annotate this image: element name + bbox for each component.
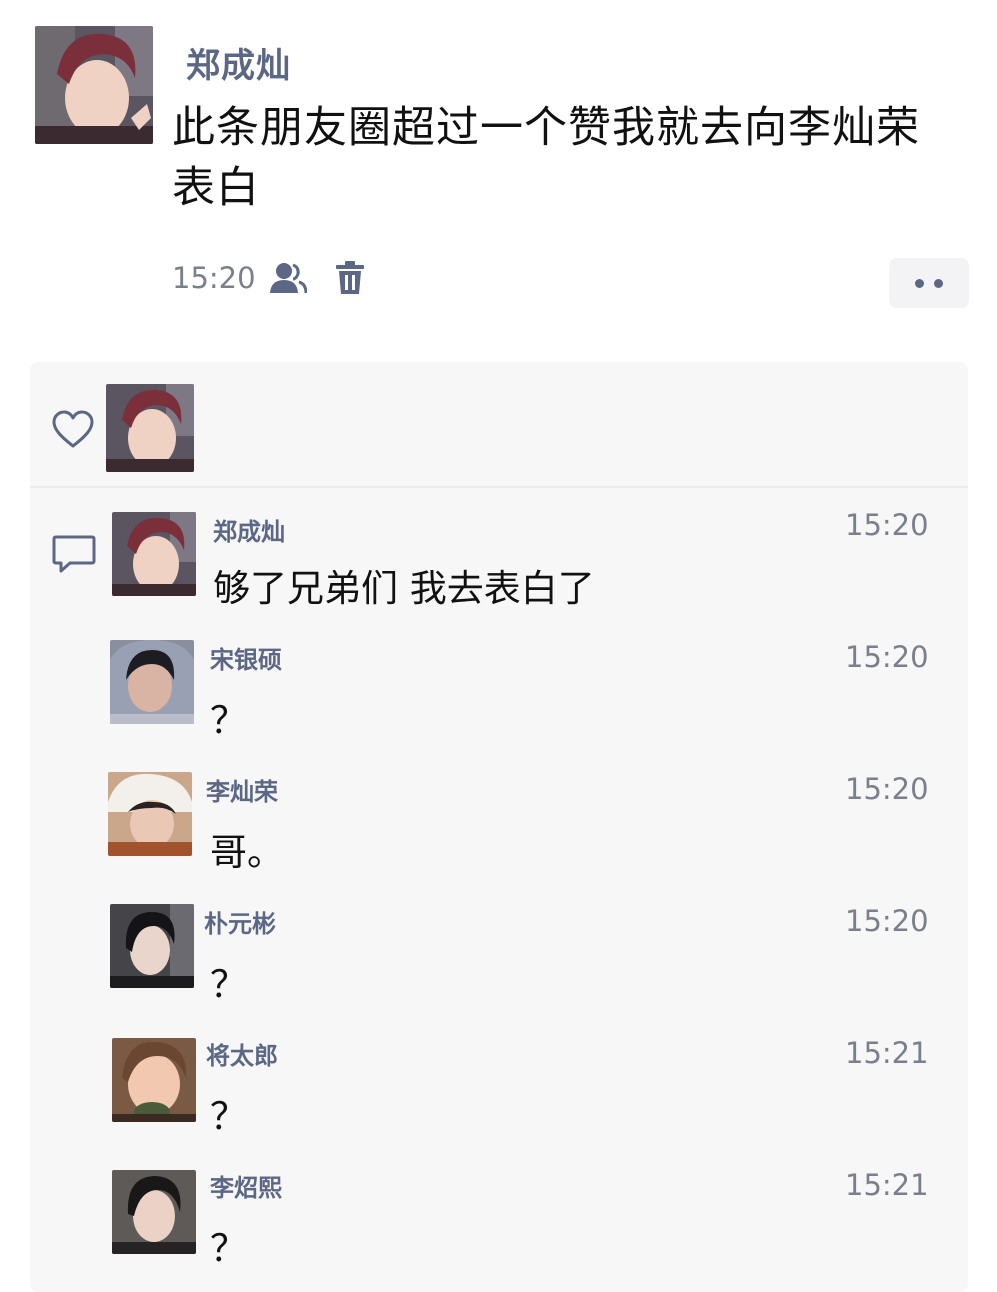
commenter-avatar[interactable]: [110, 640, 194, 724]
post-time: 15:20: [172, 261, 256, 295]
commenter-avatar[interactable]: [110, 904, 194, 988]
comment-text: ？: [210, 1227, 247, 1270]
heart-icon: [52, 410, 94, 450]
comment-text: 哥。: [210, 831, 284, 874]
comment-time: 15:21: [845, 1168, 929, 1202]
commenter-name[interactable]: 郑成灿: [213, 512, 285, 547]
comment-text: ？: [210, 963, 247, 1006]
liker-avatar[interactable]: [106, 384, 194, 472]
interaction-panel: 郑成灿 15:20 够了兄弟们 我去表白了 宋银硕 15:20 ？ 李灿荣 15…: [30, 362, 968, 1292]
post-meta: 15:20: [172, 258, 370, 298]
comment-text: 够了兄弟们 我去表白了: [213, 567, 595, 610]
comment-time: 15:20: [845, 640, 929, 674]
author-avatar[interactable]: [35, 26, 153, 144]
commenter-avatar[interactable]: [112, 1170, 196, 1254]
comment-text: ？: [210, 1095, 247, 1138]
commenter-avatar[interactable]: [108, 772, 192, 856]
commenter-name[interactable]: 宋银硕: [210, 640, 282, 675]
commenter-name[interactable]: 朴元彬: [204, 904, 276, 939]
comment-text: ？: [210, 699, 247, 742]
more-options-button[interactable]: [889, 258, 969, 308]
author-name[interactable]: 郑成灿: [186, 38, 291, 87]
friends-icon[interactable]: [268, 258, 308, 298]
comment-time: 15:21: [845, 1036, 929, 1070]
post-text: 此条朋友圈超过一个赞我就去向李灿荣表白: [172, 103, 920, 213]
commenter-name[interactable]: 李炤熙: [210, 1168, 282, 1203]
comment-time: 15:20: [845, 904, 929, 938]
commenter-name[interactable]: 将太郎: [206, 1036, 278, 1071]
more-dots-icon: [934, 278, 943, 288]
divider: [30, 486, 968, 488]
commenter-avatar[interactable]: [112, 512, 196, 596]
commenter-name[interactable]: 李灿荣: [206, 772, 278, 807]
more-dots-icon: [915, 278, 924, 288]
likes-row: [30, 362, 968, 486]
comment-icon: [52, 534, 96, 574]
trash-icon[interactable]: [330, 258, 370, 298]
comment-time: 15:20: [845, 772, 929, 806]
comment-time: 15:20: [845, 508, 929, 542]
commenter-avatar[interactable]: [112, 1038, 196, 1122]
